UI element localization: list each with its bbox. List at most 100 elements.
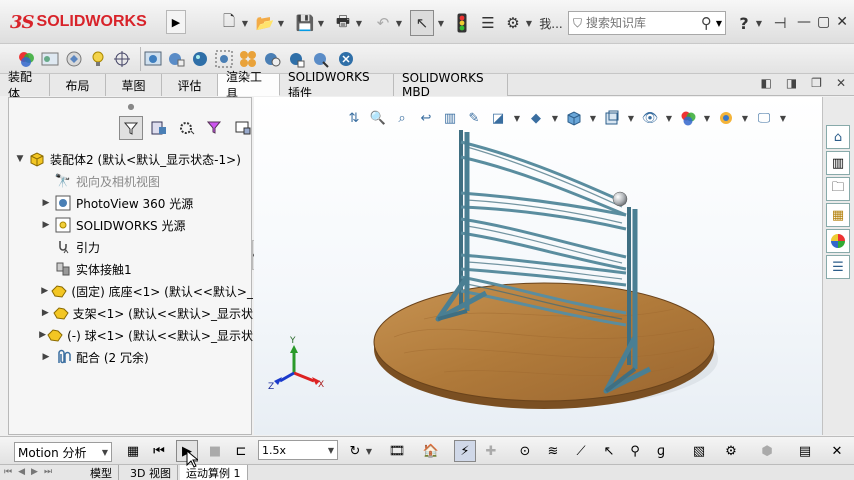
design-library-icon[interactable]: ▥: [826, 151, 850, 175]
tree-item-photoview-lights[interactable]: ▶ PhotoView 360 光源: [9, 192, 253, 214]
configuration-manager-icon[interactable]: [175, 116, 199, 140]
collapse-manager-icon[interactable]: ⬢: [756, 440, 778, 462]
options-dropdown-caret[interactable]: ▼: [524, 10, 534, 36]
close-motion-manager-icon[interactable]: ✕: [826, 440, 848, 462]
hide-show-items-icon[interactable]: ◆: [526, 108, 546, 128]
options-gear-icon[interactable]: ⚙: [502, 10, 524, 36]
tab-solidworks-mbd[interactable]: SOLIDWORKS MBD: [394, 71, 508, 99]
graphics-viewport[interactable]: Y X Z ⇅ 🔍 ⌕ ↩ ▥ ✎ ◪ ▼ ◆ ▼ ▼ ▼ 👁 ▼ ▼ ▼ 🖵 …: [254, 97, 822, 435]
select-dropdown-caret[interactable]: ▼: [436, 10, 446, 36]
render-settings-icon[interactable]: [308, 47, 332, 71]
search-icon[interactable]: ⚲: [701, 14, 712, 32]
appearances-scenes-icon[interactable]: [826, 229, 850, 253]
standard-views-caret[interactable]: ▼: [626, 108, 636, 128]
open-folder-icon[interactable]: 📂: [254, 10, 276, 36]
undo-dropdown-caret[interactable]: ▼: [394, 10, 404, 36]
save-dropdown-caret[interactable]: ▼: [316, 10, 326, 36]
new-dropdown-caret[interactable]: ▼: [240, 10, 250, 36]
tree-item-base[interactable]: ▶ (固定) 底座<1> (默认<<默认>_: [9, 280, 253, 302]
tab-scroll-arrows[interactable]: ⏮ ◀ ▶ ⏭: [4, 467, 52, 477]
pin-icon[interactable]: ⊣: [770, 10, 790, 36]
new-document-icon[interactable]: 🗋: [218, 10, 240, 36]
photoview-preview-icon[interactable]: [140, 47, 164, 71]
search-dropdown-caret[interactable]: ▼: [716, 19, 725, 28]
collapse-icon[interactable]: ▼: [13, 154, 27, 164]
tab-sketch[interactable]: 草图: [106, 74, 162, 96]
final-render-icon[interactable]: [188, 47, 212, 71]
panel-resize-handle[interactable]: ●: [9, 98, 253, 114]
tree-item-bracket[interactable]: ▶ 支架<1> (默认<<默认>_显示状: [9, 302, 253, 324]
apply-scene-icon[interactable]: [716, 108, 736, 128]
decals-icon[interactable]: [62, 47, 86, 71]
undo-icon[interactable]: ↶: [372, 10, 394, 36]
tab-evaluate[interactable]: 评估: [162, 74, 218, 96]
view-cube-caret[interactable]: ▼: [588, 108, 598, 128]
minimize-icon[interactable]: —: [797, 14, 811, 30]
animation-wizard-icon[interactable]: 🏠: [420, 440, 442, 462]
damper-icon[interactable]: ⟋: [570, 440, 592, 462]
scroll-next-icon[interactable]: ▶: [31, 467, 38, 477]
gravity-icon[interactable]: ɡ: [650, 440, 672, 462]
play-from-start-icon[interactable]: ⏮: [148, 440, 170, 462]
scene-caret[interactable]: ▼: [740, 108, 750, 128]
force-icon[interactable]: ↖: [598, 440, 620, 462]
contact-icon[interactable]: ⚲: [624, 440, 646, 462]
scroll-prev-icon[interactable]: ◀: [18, 467, 25, 477]
print-icon[interactable]: 🖶: [332, 10, 354, 36]
tab-3d-views[interactable]: 3D 视图: [124, 465, 178, 480]
property-manager-icon[interactable]: [147, 116, 171, 140]
motor-icon[interactable]: ⊙: [514, 440, 536, 462]
scroll-last-icon[interactable]: ⏭: [44, 467, 52, 477]
playback-speed-select[interactable]: 1.5x ▼: [258, 440, 338, 460]
view-settings-caret[interactable]: ▼: [778, 108, 788, 128]
knowledge-search-box[interactable]: ⛉ ⚲ ▼: [568, 11, 726, 35]
display-manager-icon[interactable]: [231, 116, 255, 140]
close-icon[interactable]: ✕: [836, 14, 848, 30]
base-disc[interactable]: [373, 282, 715, 402]
tree-item-solid-contact[interactable]: 实体接触1: [9, 258, 253, 280]
zoom-area-icon[interactable]: ⌕: [392, 108, 412, 128]
camera-target-icon[interactable]: [110, 47, 134, 71]
expand-icon[interactable]: ▶: [39, 308, 52, 318]
view-orient-icon[interactable]: ⇅: [344, 108, 364, 128]
autokey-icon[interactable]: ⚡: [454, 440, 476, 462]
tab-solidworks-addins[interactable]: SOLIDWORKS 插件: [280, 70, 394, 100]
tab-render-tools[interactable]: 渲染工具: [218, 70, 280, 101]
zoom-to-fit-icon[interactable]: 🔍: [368, 108, 388, 128]
maximize-icon[interactable]: ▢: [817, 14, 830, 30]
help-icon[interactable]: ?: [734, 10, 754, 36]
view-settings-monitor-icon[interactable]: 🖵: [754, 108, 774, 128]
dimxpert-manager-icon[interactable]: [203, 116, 227, 140]
expand-icon[interactable]: ▶: [39, 220, 53, 230]
study-type-select[interactable]: Motion 分析 ▼: [14, 442, 112, 462]
dynamic-annotation-icon[interactable]: ✎: [464, 108, 484, 128]
file-properties-icon[interactable]: ☰: [478, 10, 498, 36]
search-input[interactable]: [586, 16, 687, 30]
select-pointer-icon[interactable]: ↖: [410, 10, 434, 36]
expand-icon[interactable]: ▶: [39, 198, 53, 208]
spring-icon[interactable]: ≋: [542, 440, 564, 462]
display-style-caret[interactable]: ▼: [512, 108, 522, 128]
scroll-first-icon[interactable]: ⏮: [4, 467, 12, 477]
expand-icon[interactable]: ▶: [39, 352, 53, 362]
save-icon[interactable]: 💾: [294, 10, 316, 36]
feature-filter-icon[interactable]: [119, 116, 143, 140]
tab-model[interactable]: 模型: [84, 465, 119, 480]
results-plots-icon[interactable]: ▧: [688, 440, 710, 462]
steel-ball[interactable]: [612, 191, 628, 207]
standard-views-icon[interactable]: [602, 108, 622, 128]
hide-show-caret[interactable]: ▼: [550, 108, 560, 128]
playback-mode-icon[interactable]: ↻: [344, 440, 366, 462]
view-palette-icon[interactable]: ▦: [826, 203, 850, 227]
open-dropdown-caret[interactable]: ▼: [276, 10, 286, 36]
rebuild-traffic-light-icon[interactable]: [452, 10, 472, 36]
tree-root-assembly[interactable]: ▼ 装配体2 (默认<默认_显示状态-1>): [9, 148, 253, 170]
tab-layout[interactable]: 布局: [50, 74, 106, 96]
doc-close-icon[interactable]: ✕: [836, 76, 846, 90]
doc-restore-left-icon[interactable]: ◧: [760, 76, 771, 90]
appearance-caret[interactable]: ▼: [702, 108, 712, 128]
doc-restore-right-icon[interactable]: ◨: [786, 76, 797, 90]
tree-item-views-cameras[interactable]: 🔭 视向及相机视图: [9, 170, 253, 192]
playback-slider-icon[interactable]: ⊏: [230, 440, 252, 462]
tree-item-mates[interactable]: ▶ 配合 (2 冗余): [9, 346, 253, 368]
